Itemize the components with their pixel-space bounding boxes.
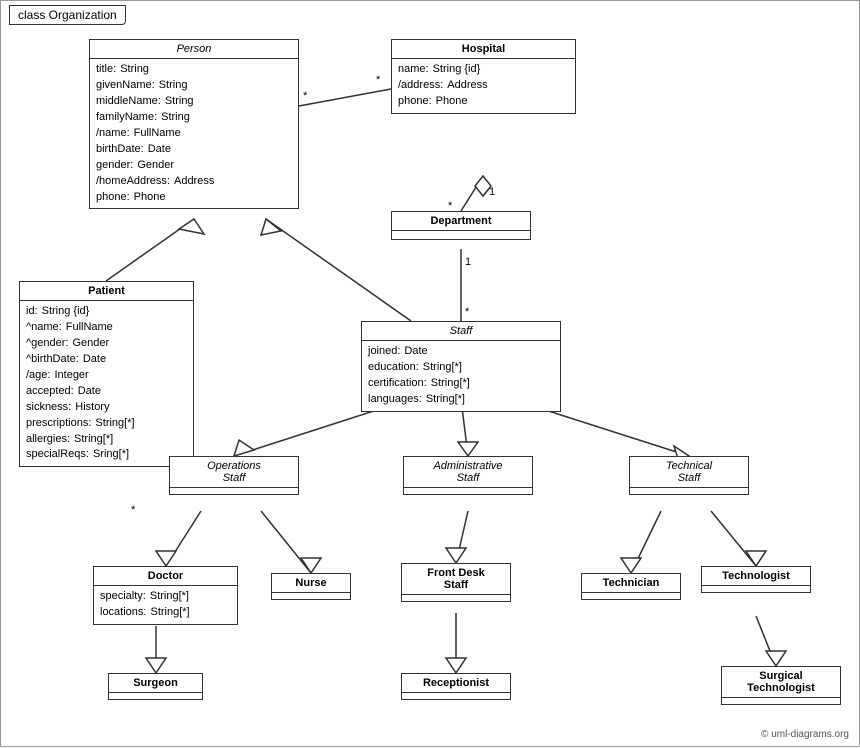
class-doctor: Doctor specialty:String[*] locations:Str… (93, 566, 238, 625)
class-nurse: Nurse (271, 573, 351, 600)
class-person: Person title:String givenName:String mid… (89, 39, 299, 209)
class-admin-staff-body (404, 488, 532, 494)
class-doctor-body: specialty:String[*] locations:String[*] (94, 586, 237, 624)
svg-text:*: * (131, 504, 136, 516)
class-patient: Patient id:String {id} ^name:FullName ^g… (19, 281, 194, 467)
class-front-desk-staff-header: Front DeskStaff (402, 564, 510, 595)
class-doctor-header: Doctor (94, 567, 237, 586)
class-department: Department (391, 211, 531, 240)
class-nurse-body (272, 593, 350, 599)
class-receptionist-header: Receptionist (402, 674, 510, 693)
diagram-title: class Organization (9, 5, 126, 25)
class-technologist-header: Technologist (702, 567, 810, 586)
class-technologist-body (702, 586, 810, 592)
class-technical-staff-body (630, 488, 748, 494)
class-operations-staff-body (170, 488, 298, 494)
svg-text:*: * (303, 90, 308, 102)
class-person-header: Person (90, 40, 298, 59)
class-surgical-technologist-body (722, 698, 840, 704)
class-front-desk-staff-body (402, 595, 510, 601)
class-receptionist-body (402, 693, 510, 699)
svg-text:1: 1 (465, 256, 471, 268)
class-technical-staff: TechnicalStaff (629, 456, 749, 495)
class-surgeon-body (109, 693, 202, 699)
class-receptionist: Receptionist (401, 673, 511, 700)
svg-text:1: 1 (489, 186, 495, 198)
class-technologist: Technologist (701, 566, 811, 593)
copyright: © uml-diagrams.org (761, 729, 849, 740)
diagram-container: class Organization * * 1 * 1 * (0, 0, 860, 747)
class-nurse-header: Nurse (272, 574, 350, 593)
class-staff: Staff joined:Date education:String[*] ce… (361, 321, 561, 412)
class-patient-header: Patient (20, 282, 193, 301)
class-operations-staff: OperationsStaff (169, 456, 299, 495)
class-front-desk-staff: Front DeskStaff (401, 563, 511, 602)
class-technician-header: Technician (582, 574, 680, 593)
class-technician: Technician (581, 573, 681, 600)
class-surgeon: Surgeon (108, 673, 203, 700)
class-person-body: title:String givenName:String middleName… (90, 59, 298, 208)
class-patient-body: id:String {id} ^name:FullName ^gender:Ge… (20, 301, 193, 466)
class-operations-staff-header: OperationsStaff (170, 457, 298, 488)
class-hospital: Hospital name:String {id} /address:Addre… (391, 39, 576, 114)
class-technical-staff-header: TechnicalStaff (630, 457, 748, 488)
class-hospital-body: name:String {id} /address:Address phone:… (392, 59, 575, 113)
class-department-body (392, 231, 530, 239)
class-surgical-technologist-header: SurgicalTechnologist (722, 667, 840, 698)
class-staff-header: Staff (362, 322, 560, 341)
class-surgical-technologist: SurgicalTechnologist (721, 666, 841, 705)
class-admin-staff: AdministrativeStaff (403, 456, 533, 495)
class-hospital-header: Hospital (392, 40, 575, 59)
class-technician-body (582, 593, 680, 599)
class-surgeon-header: Surgeon (109, 674, 202, 693)
class-admin-staff-header: AdministrativeStaff (404, 457, 532, 488)
class-staff-body: joined:Date education:String[*] certific… (362, 341, 560, 411)
svg-text:*: * (465, 306, 470, 318)
svg-text:*: * (376, 74, 381, 86)
class-department-header: Department (392, 212, 530, 231)
